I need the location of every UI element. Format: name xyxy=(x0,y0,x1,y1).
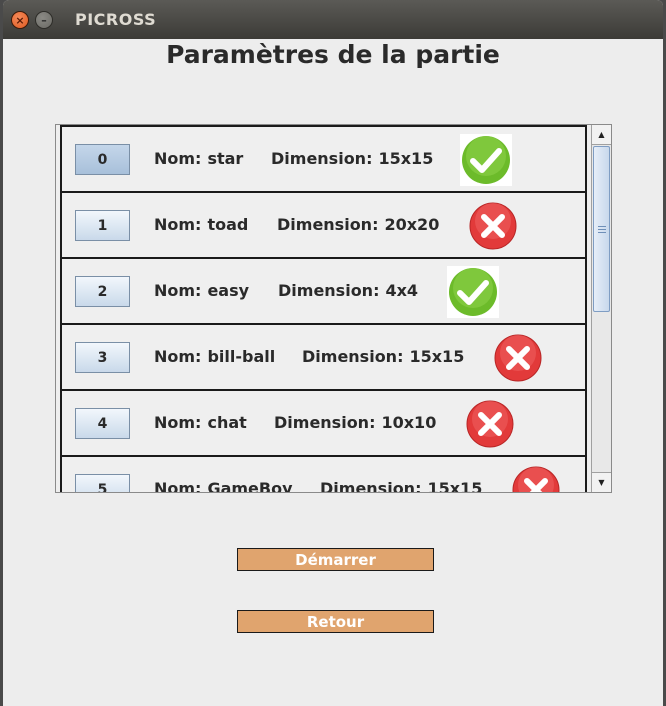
level-name-text: Nom: easy xyxy=(154,281,249,300)
dimension-label: Dimension: xyxy=(271,149,373,168)
check-icon xyxy=(460,134,512,186)
level-name: GameBoy xyxy=(207,479,293,493)
level-list-scrollpane[interactable]: 0 Nom: star Dimension: 15x15 1 Nom: toad Dimensi… xyxy=(55,124,612,493)
level-name: chat xyxy=(207,413,247,432)
close-window-button[interactable]: × xyxy=(11,11,29,29)
minimize-window-button[interactable]: – xyxy=(35,11,53,29)
dimension-label: Dimension: xyxy=(302,347,404,366)
level-select-button[interactable]: 5 xyxy=(75,474,130,492)
scroll-up-button[interactable]: ▲ xyxy=(592,125,611,145)
scrollbar-thumb[interactable] xyxy=(593,146,610,312)
name-label: Nom: xyxy=(154,479,202,493)
level-row: 2 Nom: easy Dimension: 4x4 xyxy=(60,257,587,323)
level-name-text: Nom: toad xyxy=(154,215,248,234)
level-name-text: Nom: chat xyxy=(154,413,247,432)
level-dimension-text: Dimension: 4x4 xyxy=(278,281,418,300)
dimension-label: Dimension: xyxy=(278,281,380,300)
dimension-label: Dimension: xyxy=(274,413,376,432)
level-name: toad xyxy=(207,215,249,234)
level-name-text: Nom: star xyxy=(154,149,243,168)
window-title: PICROSS xyxy=(75,10,157,29)
level-name: easy xyxy=(207,281,250,300)
name-label: Nom: xyxy=(154,215,202,234)
level-dimension: 15x15 xyxy=(378,149,434,168)
thumb-grip xyxy=(598,226,606,227)
level-dimension: 10x10 xyxy=(381,413,437,432)
start-button[interactable]: Démarrer xyxy=(237,548,434,571)
cross-icon xyxy=(467,200,519,252)
level-select-button[interactable]: 3 xyxy=(75,342,130,373)
level-dimension-text: Dimension: 15x15 xyxy=(271,149,433,168)
level-row: 5 Nom: GameBoy Dimension: 15x15 xyxy=(60,455,587,493)
level-dimension: 15x15 xyxy=(427,479,483,493)
level-name: star xyxy=(207,149,244,168)
level-dimension: 4x4 xyxy=(385,281,419,300)
name-label: Nom: xyxy=(154,149,202,168)
level-dimension-text: Dimension: 15x15 xyxy=(302,347,464,366)
level-select-button[interactable]: 0 xyxy=(75,144,130,175)
level-dimension: 20x20 xyxy=(384,215,440,234)
title-bar: × – PICROSS xyxy=(3,0,663,39)
name-label: Nom: xyxy=(154,413,202,432)
level-dimension-text: Dimension: 15x15 xyxy=(320,479,483,493)
thumb-grip xyxy=(598,229,606,230)
level-name-text: Nom: GameBoy xyxy=(154,479,293,493)
level-dimension: 15x15 xyxy=(409,347,465,366)
back-button[interactable]: Retour xyxy=(237,610,434,633)
level-row: 4 Nom: chat Dimension: 10x10 xyxy=(60,389,587,455)
name-label: Nom: xyxy=(154,347,202,366)
level-row: 3 Nom: bill-ball Dimension: 15x15 xyxy=(60,323,587,389)
cross-icon xyxy=(464,398,516,450)
level-dimension-text: Dimension: 10x10 xyxy=(274,413,436,432)
level-name: bill-ball xyxy=(207,347,276,366)
cross-icon xyxy=(510,464,562,492)
level-name-text: Nom: bill-ball xyxy=(154,347,275,366)
check-icon xyxy=(447,266,499,318)
page-title: Paramètres de la partie xyxy=(166,40,500,69)
cross-icon xyxy=(492,332,544,384)
vertical-scrollbar[interactable]: ▲ ▼ xyxy=(591,125,611,492)
app-window: × – PICROSS Paramètres de la partie 0 Nom… xyxy=(3,0,663,706)
level-row: 0 Nom: star Dimension: 15x15 xyxy=(60,125,587,191)
level-select-button[interactable]: 4 xyxy=(75,408,130,439)
dimension-label: Dimension: xyxy=(320,479,422,493)
thumb-grip xyxy=(598,232,606,233)
level-list: 0 Nom: star Dimension: 15x15 1 Nom: toad Dimensi… xyxy=(60,125,587,493)
dimension-label: Dimension: xyxy=(277,215,379,234)
level-select-button[interactable]: 1 xyxy=(75,210,130,241)
level-dimension-text: Dimension: 20x20 xyxy=(277,215,439,234)
name-label: Nom: xyxy=(154,281,202,300)
scroll-down-button[interactable]: ▼ xyxy=(592,472,611,492)
level-select-button[interactable]: 2 xyxy=(75,276,130,307)
level-row: 1 Nom: toad Dimension: 20x20 xyxy=(60,191,587,257)
